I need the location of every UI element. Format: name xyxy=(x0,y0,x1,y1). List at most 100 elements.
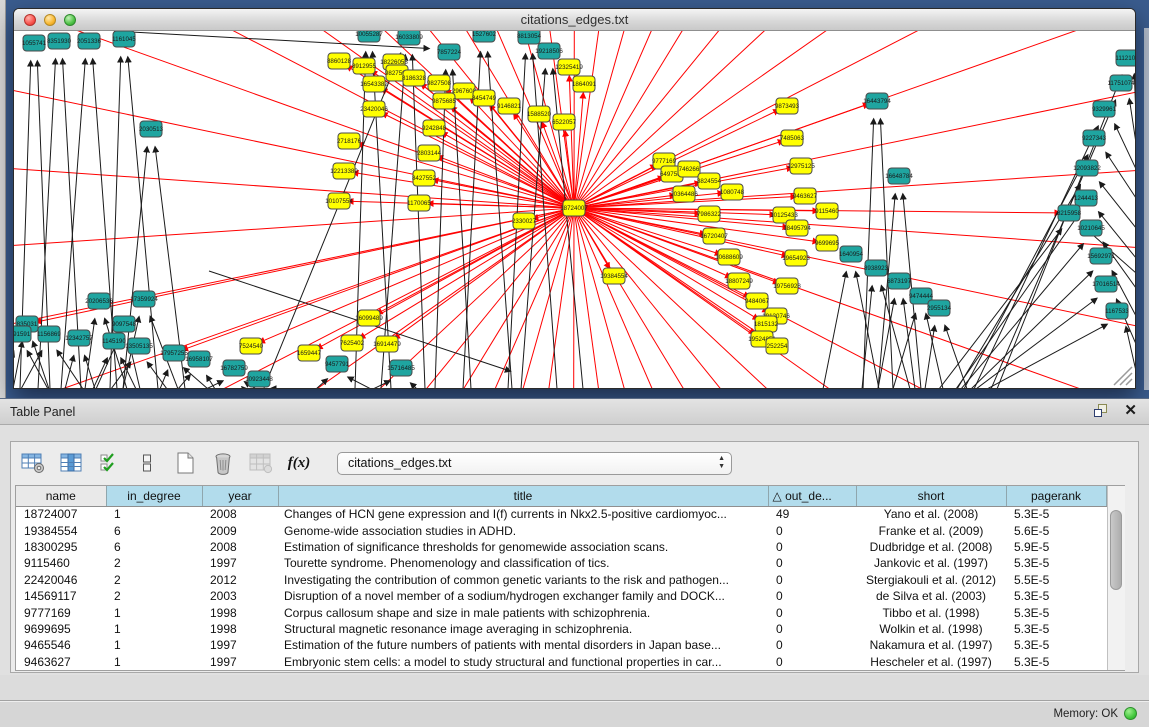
graph-node[interactable]: 1659447 xyxy=(297,345,322,361)
function-builder-icon[interactable]: f(x) xyxy=(285,449,313,477)
graph-node[interactable]: 19654923 xyxy=(782,250,810,266)
table-cell[interactable]: 18724007 xyxy=(16,506,106,522)
graph-node[interactable]: 1640954 xyxy=(839,246,864,262)
new-table-icon[interactable] xyxy=(171,449,199,477)
graph-node[interactable]: 746266 xyxy=(678,161,700,177)
graph-node[interactable]: 10923448 xyxy=(245,371,273,387)
float-panel-icon[interactable] xyxy=(1094,403,1110,419)
import-table-icon[interactable] xyxy=(247,449,275,477)
graph-node[interactable]: 8938923 xyxy=(864,260,889,276)
window-titlebar[interactable]: citations_edges.txt xyxy=(14,9,1135,31)
graph-node[interactable]: 1244413 xyxy=(1074,190,1099,206)
graph-node[interactable]: 10688609 xyxy=(715,249,743,265)
graph-node[interactable]: 1170065 xyxy=(407,195,431,211)
table-cell[interactable]: 5.3E-5 xyxy=(1006,654,1106,670)
table-cell[interactable]: Tourette syndrome. Phenomenology and cla… xyxy=(278,555,768,571)
table-cell[interactable]: 19384554 xyxy=(16,522,106,538)
table-cell[interactable]: 1 xyxy=(106,637,202,653)
table-cell[interactable]: 22420046 xyxy=(16,572,106,588)
graph-node[interactable]: 1161045 xyxy=(112,31,136,47)
table-cell[interactable]: Stergiakouli et al. (2012) xyxy=(856,572,1006,588)
graph-node[interactable]: 8454749 xyxy=(472,90,497,106)
graph-node[interactable]: 2030513 xyxy=(139,121,164,137)
table-cell[interactable]: 18300295 xyxy=(16,539,106,555)
table-cell[interactable]: 0 xyxy=(768,604,856,620)
graph-node[interactable]: 10055287 xyxy=(355,31,383,42)
graph-node[interactable]: 16720407 xyxy=(700,228,728,244)
delete-table-icon[interactable] xyxy=(209,449,237,477)
graph-node[interactable]: 9463627 xyxy=(793,188,818,204)
table-cell[interactable]: 0 xyxy=(768,637,856,653)
table-cell[interactable]: 5.3E-5 xyxy=(1006,555,1106,571)
table-cell[interactable]: 0 xyxy=(768,539,856,555)
table-cell[interactable]: 9463627 xyxy=(16,654,106,670)
graph-node[interactable]: 8813054 xyxy=(517,31,542,44)
row-height-icon[interactable] xyxy=(133,449,161,477)
table-cell[interactable]: 1 xyxy=(106,621,202,637)
table-cell[interactable]: Yano et al. (2008) xyxy=(856,506,1006,522)
table-cell[interactable]: de Silva et al. (2003) xyxy=(856,588,1006,604)
graph-node[interactable]: 19756928 xyxy=(773,278,801,294)
graph-node[interactable]: 13505135 xyxy=(125,338,153,354)
table-settings-icon[interactable] xyxy=(19,449,47,477)
resize-grip-icon[interactable] xyxy=(1114,367,1132,385)
table-scrollbar[interactable] xyxy=(1107,486,1125,670)
graph-node[interactable]: 7625402 xyxy=(340,335,365,351)
table-cell[interactable]: 1997 xyxy=(202,654,278,670)
table-cell[interactable]: 9465546 xyxy=(16,637,106,653)
table-cell[interactable]: Hescheler et al. (1997) xyxy=(856,654,1006,670)
table-cell[interactable]: Wolkin et al. (1998) xyxy=(856,621,1006,637)
table-cell[interactable]: 2009 xyxy=(202,522,278,538)
graph-node[interactable]: 9827508 xyxy=(427,75,452,91)
network-graph[interactable]: 1872400788601288912955182260589827509165… xyxy=(14,31,1135,388)
table-cell[interactable]: Tibbo et al. (1998) xyxy=(856,604,1006,620)
graph-node[interactable]: 9873493 xyxy=(775,98,800,114)
graph-node[interactable]: 9097548 xyxy=(112,316,137,332)
table-row[interactable]: 1872400712008Changes of HCN gene express… xyxy=(16,506,1106,522)
table-cell[interactable]: 2012 xyxy=(202,572,278,588)
graph-node[interactable]: 1527602 xyxy=(472,31,497,42)
table-cell[interactable]: 1 xyxy=(106,506,202,522)
column-header-out_degree[interactable]: △ out_de... xyxy=(768,486,856,506)
graph-node[interactable]: 2330027 xyxy=(512,213,537,229)
column-header-in_degree[interactable]: in_degree xyxy=(106,486,202,506)
table-cell[interactable]: 1 xyxy=(106,654,202,670)
table-cell[interactable]: Dudbridge et al. (2008) xyxy=(856,539,1006,555)
column-header-short[interactable]: short xyxy=(856,486,1006,506)
graph-node[interactable]: 15692971 xyxy=(1087,248,1115,264)
graph-node[interactable]: 8351930 xyxy=(47,33,72,49)
graph-node[interactable]: 8186328 xyxy=(402,70,427,86)
table-cell[interactable]: Estimation of the future numbers of pati… xyxy=(278,637,768,653)
graph-node[interactable]: 9875685 xyxy=(432,93,457,109)
graph-node[interactable]: 7524540 xyxy=(239,338,264,354)
table-cell[interactable]: 1998 xyxy=(202,621,278,637)
table-cell[interactable]: 1 xyxy=(106,604,202,620)
column-header-title[interactable]: title xyxy=(278,486,768,506)
table-cell[interactable]: Franke et al. (2009) xyxy=(856,522,1006,538)
graph-node[interactable]: 9329961 xyxy=(1092,101,1117,117)
graph-node[interactable]: 17016514 xyxy=(1092,276,1120,292)
graph-node[interactable]: 8427552 xyxy=(412,170,437,186)
graph-node[interactable]: 9484067 xyxy=(745,293,770,309)
column-header-pagerank[interactable]: pagerank xyxy=(1006,486,1106,506)
graph-node[interactable]: 7857224 xyxy=(437,44,462,60)
graph-node[interactable]: 10210645 xyxy=(1077,220,1105,236)
graph-node[interactable]: 12325419 xyxy=(555,59,583,75)
table-row[interactable]: 2242004622012Investigating the contribut… xyxy=(16,572,1106,588)
graph-node[interactable]: 16782759 xyxy=(220,360,248,376)
graph-node[interactable]: 18495794 xyxy=(783,220,811,236)
graph-node[interactable]: 1112104 xyxy=(1115,50,1135,66)
graph-node[interactable]: 20206536 xyxy=(85,293,113,309)
graph-node[interactable]: 1055741 xyxy=(22,35,47,51)
graph-node[interactable]: 10107554 xyxy=(325,193,353,209)
graph-node[interactable]: 2051336 xyxy=(77,33,102,49)
close-panel-icon[interactable]: ✕ xyxy=(1124,403,1137,419)
graph-node[interactable]: 2803144 xyxy=(417,145,442,161)
table-cell[interactable]: 0 xyxy=(768,621,856,637)
graph-node[interactable]: 2955134 xyxy=(927,300,952,316)
graph-node[interactable]: 1167533 xyxy=(1105,303,1129,319)
graph-node[interactable]: 1864091 xyxy=(572,76,597,92)
graph-node[interactable]: 7986322 xyxy=(697,206,722,222)
graph-node[interactable]: 18724007 xyxy=(560,200,588,216)
graph-node[interactable]: 391591 xyxy=(14,326,31,342)
